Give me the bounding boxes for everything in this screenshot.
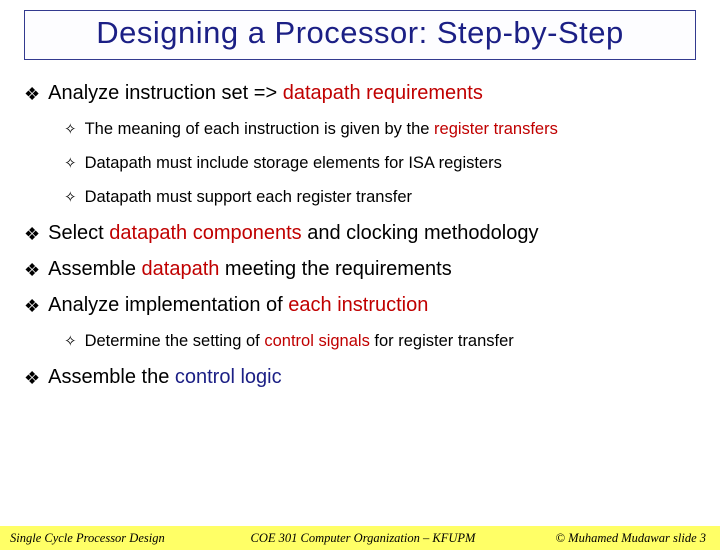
bullet-text: Assemble datapath meeting the requiremen…	[48, 258, 452, 281]
bullet-1: ❖ Analyze instruction set => datapath re…	[24, 82, 700, 106]
bullet-5: ❖ Assemble the control logic	[24, 366, 700, 390]
bullet-4a: ✧ Determine the setting of control signa…	[64, 332, 700, 352]
bullet-text: Assemble the control logic	[48, 366, 281, 389]
content-area: ❖ Analyze instruction set => datapath re…	[0, 60, 720, 390]
bullet-text: Datapath must support each register tran…	[85, 188, 412, 207]
footer-center: COE 301 Computer Organization – KFUPM	[220, 531, 506, 546]
text-highlight: datapath requirements	[283, 82, 483, 104]
diamond-open-icon: ✧	[64, 120, 77, 140]
text-plain: Analyze implementation of	[48, 294, 288, 316]
bullet-text: Analyze implementation of each instructi…	[48, 294, 428, 317]
text-plain: Analyze instruction set =>	[48, 82, 283, 104]
diamond-icon: ❖	[24, 294, 40, 318]
text-highlight: datapath	[142, 258, 220, 280]
diamond-icon: ❖	[24, 366, 40, 390]
bullet-4: ❖ Analyze implementation of each instruc…	[24, 294, 700, 318]
text-highlight: control logic	[175, 366, 282, 388]
title-box: Designing a Processor: Step-by-Step	[24, 10, 696, 60]
text-plain: for register transfer	[370, 332, 514, 350]
text-plain: Assemble the	[48, 366, 175, 388]
bullet-text: Analyze instruction set => datapath requ…	[48, 82, 483, 105]
diamond-open-icon: ✧	[64, 154, 77, 174]
text-plain: and clocking methodology	[302, 222, 539, 244]
diamond-icon: ❖	[24, 222, 40, 246]
text-plain: Determine the setting of	[85, 332, 265, 350]
slide-title: Designing a Processor: Step-by-Step	[96, 15, 624, 50]
bullet-1c: ✧ Datapath must support each register tr…	[64, 188, 700, 208]
text-plain: Assemble	[48, 258, 141, 280]
diamond-icon: ❖	[24, 82, 40, 106]
slide: Designing a Processor: Step-by-Step ❖ An…	[0, 10, 720, 550]
text-highlight: each instruction	[288, 294, 428, 316]
bullet-2: ❖ Select datapath components and clockin…	[24, 222, 700, 246]
bullet-text: The meaning of each instruction is given…	[85, 120, 558, 139]
diamond-open-icon: ✧	[64, 188, 77, 208]
text-highlight: control signals	[264, 332, 369, 350]
bullet-1b: ✧ Datapath must include storage elements…	[64, 154, 700, 174]
footer-right: © Muhamed Mudawar slide 3	[506, 531, 720, 546]
diamond-icon: ❖	[24, 258, 40, 282]
bullet-text: Select datapath components and clocking …	[48, 222, 538, 245]
footer-bar: Single Cycle Processor Design COE 301 Co…	[0, 526, 720, 550]
text-plain: Select	[48, 222, 109, 244]
bullet-text: Datapath must include storage elements f…	[85, 154, 502, 173]
diamond-open-icon: ✧	[64, 332, 77, 352]
text-highlight: register transfers	[434, 120, 558, 138]
text-plain: The meaning of each instruction is given…	[85, 120, 434, 138]
text-highlight: datapath components	[109, 222, 301, 244]
bullet-text: Determine the setting of control signals…	[85, 332, 514, 351]
bullet-1a: ✧ The meaning of each instruction is giv…	[64, 120, 700, 140]
text-plain: meeting the requirements	[219, 258, 451, 280]
footer-left: Single Cycle Processor Design	[0, 531, 220, 546]
bullet-3: ❖ Assemble datapath meeting the requirem…	[24, 258, 700, 282]
